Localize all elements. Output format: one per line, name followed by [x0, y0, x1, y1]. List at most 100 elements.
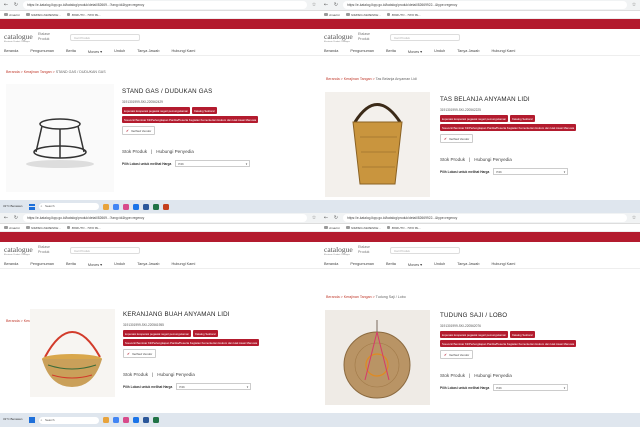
star-icon[interactable]: ☆: [631, 215, 637, 221]
tag-koperasi[interactable]: kopenasi kooperasi pegawai negeri pemung…: [440, 331, 509, 338]
site-logo[interactable]: catalogue Electronic Product Catalogue: [324, 245, 353, 256]
search-input[interactable]: Cari Produk: [70, 247, 140, 254]
tag-souvenir[interactable]: Souvenir/Seminar Kit/Perlengkapan Paniti…: [123, 339, 260, 346]
search-input[interactable]: Cari Produk: [390, 34, 460, 41]
weather-widget[interactable]: 31°C Berawan: [3, 418, 25, 422]
menu-unduh[interactable]: Unduh: [434, 49, 445, 53]
menu-beranda[interactable]: Beranda: [324, 49, 338, 53]
chrome-icon[interactable]: [113, 417, 119, 423]
menu-moves[interactable]: Moves ▾: [88, 262, 102, 267]
menu-tanya-jawab[interactable]: Tanya Jawab: [457, 262, 479, 266]
tag-katalog-sektoral[interactable]: Katalog Sektoral: [510, 331, 535, 338]
etalase-link[interactable]: Etalase Produk: [358, 245, 378, 254]
menu-berita[interactable]: Berita: [386, 49, 396, 53]
file-explorer-icon[interactable]: [103, 417, 109, 423]
bookmark-amazon[interactable]: Amazon: [324, 226, 340, 230]
tab-stok[interactable]: Stok Produk: [123, 372, 148, 377]
menu-pengumuman[interactable]: Pengumuman: [350, 49, 374, 53]
tab-stok[interactable]: Stok Produk: [440, 373, 465, 378]
menu-unduh[interactable]: Unduh: [114, 262, 125, 266]
file-explorer-icon[interactable]: [103, 203, 109, 210]
tag-souvenir[interactable]: Souvenir/Seminar Kit/Perlengkapan Paniti…: [122, 116, 259, 123]
location-select[interactable]: Pilih ▾: [493, 384, 569, 391]
tag-katalog-sektoral[interactable]: Katalog Sektoral: [192, 107, 217, 114]
bookmark-boruto[interactable]: BORUTO - TWO BL...: [386, 13, 421, 17]
tag-katalog-sektoral[interactable]: Katalog Sektoral: [510, 115, 535, 122]
tab-stok[interactable]: Stok Produk: [122, 149, 147, 154]
breadcrumb-home[interactable]: Beranda: [326, 295, 340, 299]
weather-widget[interactable]: 31°C Berawan: [3, 204, 25, 209]
location-select[interactable]: Pilih ▾: [493, 168, 569, 175]
tab-hubungi[interactable]: Hubungi Penyedia: [156, 149, 194, 154]
menu-pengumuman[interactable]: Pengumuman: [30, 262, 54, 266]
menu-unduh[interactable]: Unduh: [434, 262, 445, 266]
refresh-icon[interactable]: ↻: [13, 2, 19, 8]
site-logo[interactable]: catalogue Electronic Product Catalogue: [4, 245, 33, 256]
tab-hubungi[interactable]: Hubungi Penyedia: [157, 372, 195, 377]
menu-tanya-jawab[interactable]: Tanya Jawab: [137, 262, 159, 266]
breadcrumb-home[interactable]: Beranda: [326, 77, 340, 81]
instagram-icon[interactable]: [123, 203, 129, 210]
breadcrumb-category[interactable]: Kerajinan Tangan: [24, 70, 52, 74]
menu-tanya-jawab[interactable]: Tanya Jawab: [457, 49, 479, 53]
url-input[interactable]: https://e-katalog.lkpp.go.id/katalog/pro…: [343, 214, 627, 222]
tag-souvenir[interactable]: Souvenir/Seminar Kit/Perlengkapan Paniti…: [440, 124, 577, 131]
bookmark-simpeg[interactable]: SIMPEG KEMENKE...: [346, 226, 381, 230]
excel-icon[interactable]: [153, 417, 159, 423]
bookmark-amazon[interactable]: Amazon: [4, 13, 20, 17]
star-icon[interactable]: ☆: [311, 2, 317, 8]
taskbar-search-input[interactable]: Search: [39, 203, 99, 210]
menu-berita[interactable]: Berita: [66, 49, 76, 53]
edge-icon[interactable]: [133, 203, 139, 210]
etalase-link[interactable]: Etalase Produk: [358, 32, 378, 41]
back-icon[interactable]: ←: [323, 215, 329, 221]
word-icon[interactable]: [143, 203, 149, 210]
product-image[interactable]: [6, 84, 114, 192]
bookmark-amazon[interactable]: Amazon: [324, 13, 340, 17]
excel-icon[interactable]: [153, 203, 159, 210]
powerpoint-icon[interactable]: [163, 203, 169, 210]
tag-koperasi[interactable]: kopenasi kooperasi pegawai negeri pemung…: [122, 107, 191, 114]
site-logo[interactable]: catalogue Electronic Product Catalogue: [4, 32, 33, 43]
menu-hubungi-kami[interactable]: Hubungi Kami: [491, 262, 515, 266]
search-input[interactable]: Cari Produk: [390, 247, 460, 254]
menu-tanya-jawab[interactable]: Tanya Jawab: [137, 49, 159, 53]
menu-hubungi-kami[interactable]: Hubungi Kami: [491, 49, 515, 53]
site-logo[interactable]: catalogue Electronic Product Catalogue: [324, 32, 353, 43]
etalase-link[interactable]: Etalase Produk: [38, 245, 58, 254]
tag-koperasi[interactable]: kopenasi kooperasi pegawai negeri pemung…: [440, 115, 509, 122]
star-icon[interactable]: ☆: [631, 2, 637, 8]
tab-hubungi[interactable]: Hubungi Penyedia: [474, 157, 512, 162]
menu-moves[interactable]: Moves ▾: [88, 49, 102, 54]
url-input[interactable]: https://e-katalog.lkpp.go.id/katalog/pro…: [343, 1, 627, 9]
word-icon[interactable]: [143, 417, 149, 423]
refresh-icon[interactable]: ↻: [333, 215, 339, 221]
edge-icon[interactable]: [133, 417, 139, 423]
product-image[interactable]: [30, 309, 115, 397]
menu-beranda[interactable]: Beranda: [4, 49, 18, 53]
menu-hubungi-kami[interactable]: Hubungi Kami: [171, 49, 195, 53]
menu-unduh[interactable]: Unduh: [114, 49, 125, 53]
location-select[interactable]: Pilih ▾: [175, 160, 251, 167]
menu-berita[interactable]: Berita: [386, 262, 396, 266]
menu-beranda[interactable]: Beranda: [324, 262, 338, 266]
bookmark-simpeg[interactable]: SIMPEG KEMENKE...: [346, 13, 381, 17]
refresh-icon[interactable]: ↻: [13, 215, 19, 221]
url-input[interactable]: https://e-katalog.lkpp.go.id/katalog/pro…: [23, 1, 307, 9]
product-image[interactable]: [325, 92, 430, 197]
tab-stok[interactable]: Stok Produk: [440, 157, 465, 162]
search-input[interactable]: Cari Produk: [70, 34, 140, 41]
menu-beranda[interactable]: Beranda: [4, 262, 18, 266]
bookmark-boruto[interactable]: BORUTO - TWO BL...: [386, 226, 421, 230]
back-icon[interactable]: ←: [323, 2, 329, 8]
bookmark-amazon[interactable]: Amazon: [4, 226, 20, 230]
tab-hubungi[interactable]: Hubungi Penyedia: [474, 373, 512, 378]
product-image[interactable]: [325, 310, 430, 405]
instagram-icon[interactable]: [123, 417, 129, 423]
taskbar-search-input[interactable]: Search: [39, 416, 99, 424]
windows-start-icon[interactable]: [29, 203, 35, 210]
bookmark-simpeg[interactable]: SIMPEG KEMENKE...: [26, 13, 61, 17]
chrome-icon[interactable]: [113, 203, 119, 210]
menu-moves[interactable]: Moves ▾: [408, 49, 422, 54]
menu-hubungi-kami[interactable]: Hubungi Kami: [171, 262, 195, 266]
